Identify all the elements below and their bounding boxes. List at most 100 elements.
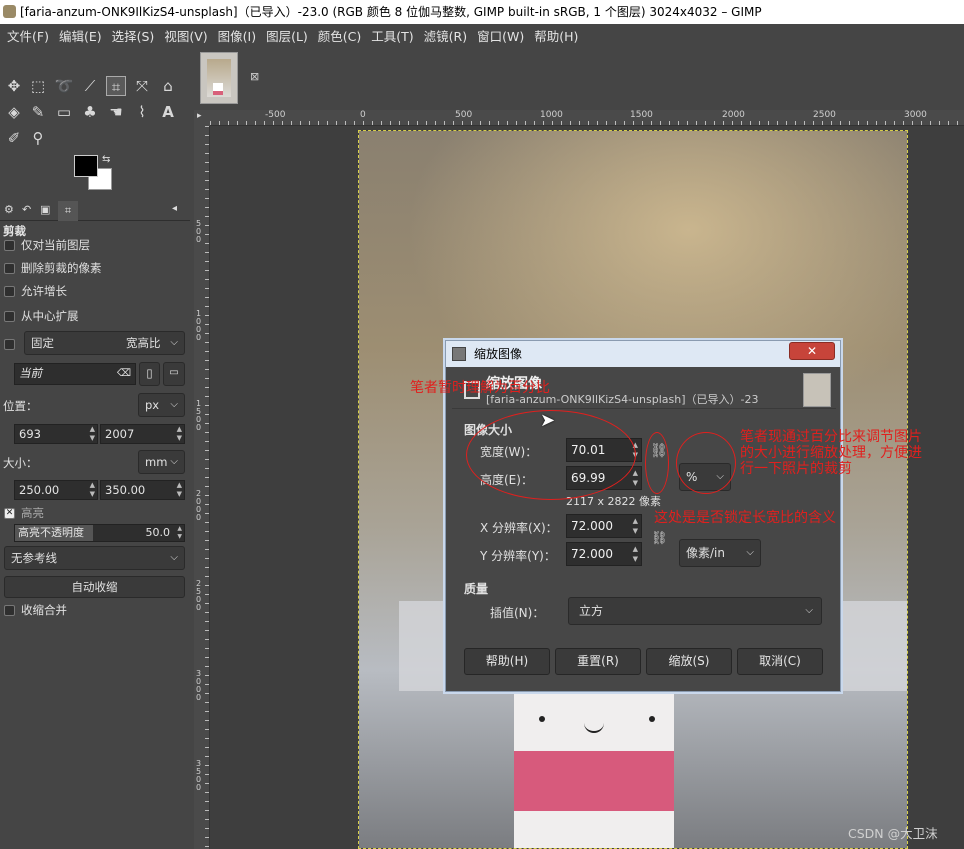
menu-edit[interactable]: 编辑(E) — [54, 26, 107, 45]
checkbox[interactable] — [4, 338, 15, 350]
horizontal-ruler[interactable]: -500 0 500 1000 1500 2000 2500 3000 — [210, 110, 964, 126]
menu-view[interactable]: 视图(V) — [159, 26, 212, 45]
close-icon: ✕ — [806, 344, 818, 358]
paintbrush-tool-icon[interactable]: ✎ — [28, 102, 48, 122]
current-layer-only-option[interactable]: 仅对当前图层 — [4, 235, 90, 255]
menu-layer[interactable]: 图层(L) — [261, 26, 313, 45]
ruler-corner-icon[interactable]: ▸ — [194, 110, 210, 126]
value: 2007 — [105, 427, 135, 441]
swap-colors-icon[interactable]: ⇆ — [102, 154, 110, 165]
eraser-tool-icon[interactable]: ▭ — [54, 102, 74, 122]
menu-colors[interactable]: 颜色(C) — [313, 26, 366, 45]
checkbox[interactable] — [4, 310, 15, 322]
window-titlebar: [faria-anzum-ONK9IlKizS4-unsplash]（已导入）-… — [0, 0, 964, 24]
warp-tool-icon[interactable]: ⌂ — [158, 76, 178, 96]
checkbox[interactable] — [4, 604, 15, 616]
vertical-ruler[interactable]: 500 1000 1500 2000 2500 3000 3500 — [194, 126, 210, 849]
paths-tool-icon[interactable]: ⌇ — [132, 102, 152, 122]
highlight-option[interactable]: ✕ 高亮 — [4, 503, 44, 523]
resolution-unit-select[interactable]: 像素/in ⌵ — [679, 539, 761, 567]
fixed-option[interactable] — [4, 334, 15, 354]
chevron-down-icon: ⌵ — [170, 337, 178, 348]
clone-tool-icon[interactable]: ♣ — [80, 102, 100, 122]
allow-growing-option[interactable]: 允许增长 — [4, 281, 67, 301]
spin-arrows-icon[interactable]: ▲ ▼ — [90, 481, 95, 499]
checkbox-checked-icon[interactable]: ✕ — [4, 507, 15, 519]
rect-select-tool-icon[interactable]: ⬚ — [28, 76, 48, 96]
dialog-window-title: 缩放图像 — [474, 347, 523, 361]
transform-tool-icon[interactable]: ⤧ — [132, 76, 152, 96]
annotation-text: 笔者现通过百分比来调节图片 — [740, 429, 922, 445]
spin-arrows-icon[interactable]: ▲ ▼ — [177, 525, 182, 541]
position-unit-select[interactable]: px ⌵ — [138, 393, 185, 417]
images-tab-icon[interactable]: ▣ — [40, 203, 50, 216]
undo-history-tab-icon[interactable]: ↶ — [22, 203, 31, 216]
position-y-input[interactable]: 2007 ▲ ▼ — [100, 424, 185, 444]
scale-button[interactable]: 缩放(S) — [646, 648, 732, 675]
lasso-tool-icon[interactable]: ➰ — [54, 76, 74, 96]
menu-tools[interactable]: 工具(T) — [366, 26, 418, 45]
highlight-opacity-slider[interactable]: 高亮不透明度 50.0 ▲ ▼ — [14, 524, 185, 542]
cancel-button[interactable]: 取消(C) — [737, 648, 823, 675]
menu-bar: 文件(F) 编辑(E) 选择(S) 视图(V) 图像(I) 图层(L) 颜色(C… — [0, 24, 964, 46]
ruler-tick: 0 — [360, 110, 366, 120]
clear-icon[interactable]: ⌫ — [117, 365, 131, 383]
x-resolution-input[interactable]: 72.000 ▲ ▼ — [566, 514, 642, 538]
menu-image[interactable]: 图像(I) — [213, 26, 261, 45]
y-resolution-input[interactable]: 72.000 ▲ ▼ — [566, 542, 642, 566]
move-tool-icon[interactable]: ✥ — [4, 76, 24, 96]
checkbox[interactable] — [4, 262, 15, 274]
spin-arrows-icon[interactable]: ▲ ▼ — [633, 516, 638, 536]
y-resolution-label: Y 分辨率(Y)： — [480, 549, 556, 563]
zoom-tool-icon[interactable]: ⚲ — [28, 128, 48, 148]
shrink-merged-option[interactable]: 收缩合并 — [4, 600, 67, 620]
spin-arrows-icon[interactable]: ▲ ▼ — [90, 425, 95, 443]
checkbox[interactable] — [4, 239, 15, 251]
value: 72.000 — [571, 547, 613, 561]
menu-file[interactable]: 文件(F) — [2, 26, 54, 45]
delete-cropped-option[interactable]: 删除剪裁的像素 — [4, 258, 102, 278]
menu-help[interactable]: 帮助(H) — [529, 26, 583, 45]
foreground-color-swatch[interactable] — [74, 155, 98, 177]
image-tab-thumbnail[interactable] — [200, 52, 238, 104]
expand-from-center-option[interactable]: 从中心扩展 — [4, 306, 79, 326]
spin-arrows-icon[interactable]: ▲ ▼ — [177, 425, 182, 443]
menu-filters[interactable]: 滤镜(R) — [419, 26, 472, 45]
chevron-down-icon: ⌵ — [746, 547, 754, 558]
fixed-mode-select[interactable]: 固定 宽高比 ⌵ — [24, 331, 185, 355]
fuzzy-select-tool-icon[interactable]: ⟋ — [80, 76, 100, 96]
dock-menu-icon[interactable]: ◂ — [172, 203, 177, 214]
resolution-chain-icon[interactable]: ⛓ — [651, 531, 668, 546]
interpolation-select[interactable]: 立方 ⌵ — [568, 597, 822, 625]
checkbox[interactable] — [4, 285, 15, 297]
size-unit-select[interactable]: mm ⌵ — [138, 450, 185, 474]
size-height-input[interactable]: 350.00 ▲ ▼ — [100, 480, 185, 500]
size-width-input[interactable]: 250.00 ▲ ▼ — [14, 480, 98, 500]
annotation-ellipse — [676, 432, 736, 494]
current-placeholder: 当前 — [19, 366, 42, 380]
color-picker-tool-icon[interactable]: ✐ — [4, 128, 24, 148]
dialog-close-button[interactable]: ✕ — [789, 342, 835, 360]
aspect-current-input[interactable]: 当前 ⌫ — [14, 363, 136, 385]
spin-arrows-icon[interactable]: ▲ ▼ — [633, 544, 638, 564]
bucket-fill-tool-icon[interactable]: ◈ — [4, 102, 24, 122]
smudge-tool-icon[interactable]: ☚ — [106, 102, 126, 122]
help-button[interactable]: 帮助(H) — [464, 648, 550, 675]
crop-options-tab-icon[interactable]: ⌗ — [58, 201, 78, 221]
crop-tool-icon[interactable]: ⌗ — [106, 76, 126, 96]
portrait-icon[interactable]: ▯ — [139, 362, 160, 386]
spin-arrows-icon[interactable]: ▲ ▼ — [177, 481, 182, 499]
close-tab-icon[interactable]: ⊠ — [250, 70, 259, 83]
reset-button[interactable]: 重置(R) — [555, 648, 641, 675]
tool-options-tab-icon[interactable]: ⚙ — [4, 203, 14, 216]
menu-windows[interactable]: 窗口(W) — [472, 26, 529, 45]
auto-shrink-button[interactable]: 自动收缩 — [4, 576, 185, 598]
value: 693 — [19, 427, 41, 441]
menu-select[interactable]: 选择(S) — [107, 26, 160, 45]
landscape-icon[interactable]: ▭ — [163, 362, 185, 386]
guides-select[interactable]: 无参考线 ⌵ — [4, 546, 185, 570]
guides-value: 无参考线 — [11, 551, 57, 565]
position-x-input[interactable]: 693 ▲ ▼ — [14, 424, 98, 444]
spin-arrows-icon[interactable]: ▲ ▼ — [633, 468, 638, 488]
text-tool-icon[interactable]: A — [158, 102, 178, 122]
